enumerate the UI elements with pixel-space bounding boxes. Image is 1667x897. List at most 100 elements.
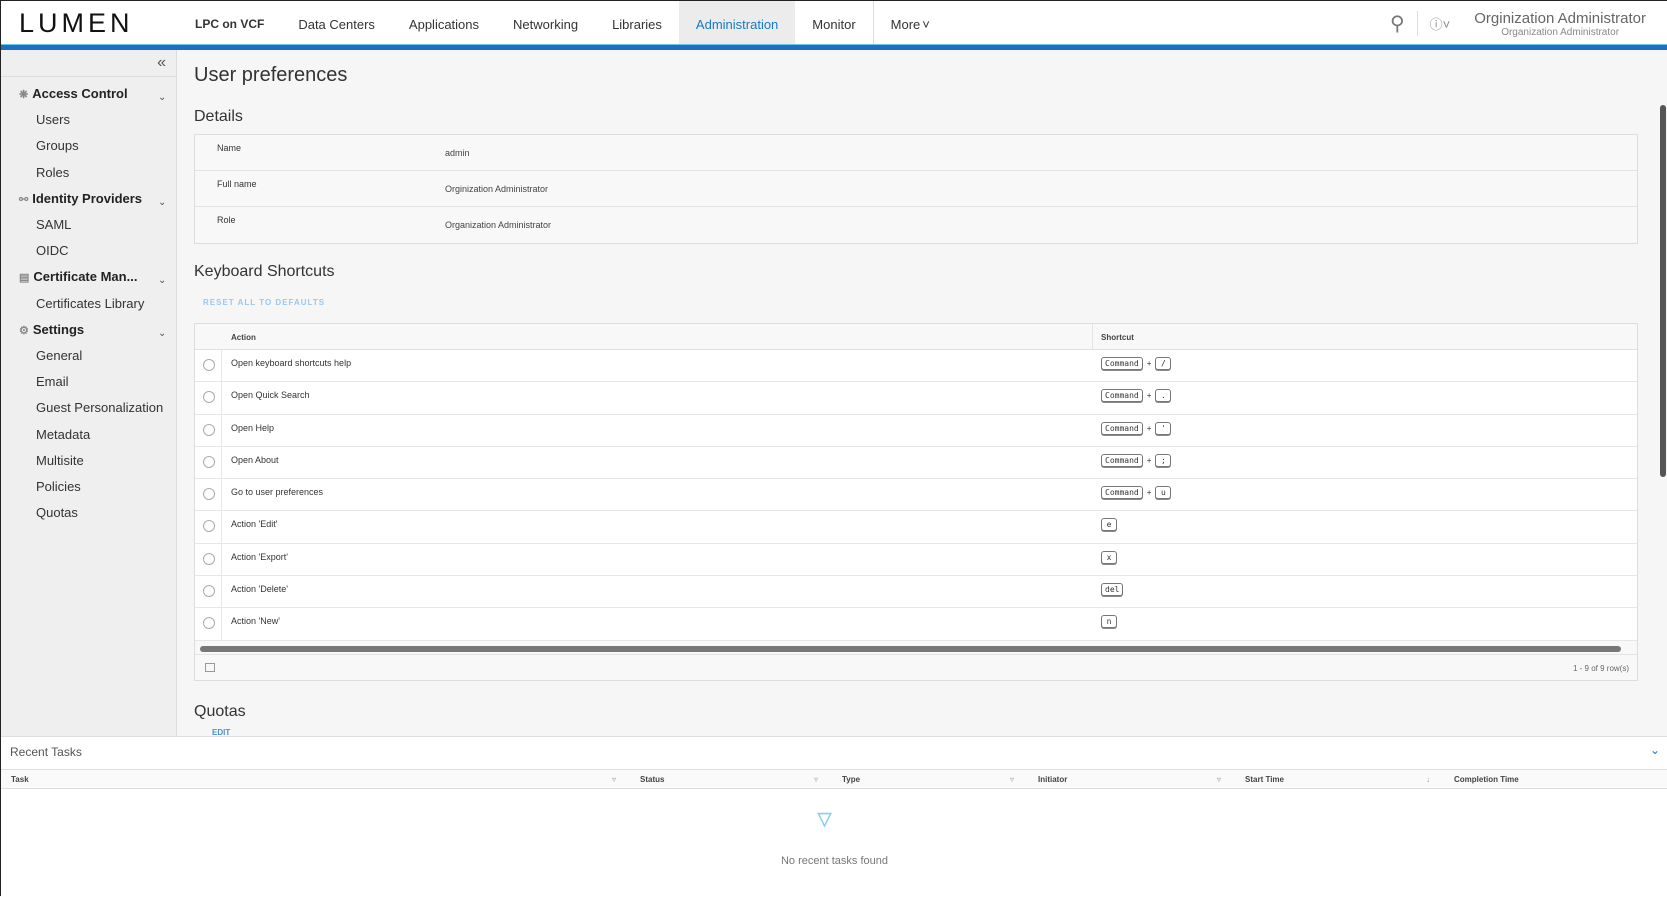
- sidebar-item[interactable]: Users: [36, 112, 70, 127]
- nav-networking[interactable]: Networking: [496, 1, 595, 46]
- column-header[interactable]: Start Time: [1245, 775, 1284, 784]
- row-radio[interactable]: [203, 520, 215, 533]
- details-heading: Details: [194, 108, 243, 125]
- chevron-down-icon[interactable]: ⌄: [158, 328, 166, 339]
- help-icon[interactable]: ⓘ˅: [1418, 14, 1451, 33]
- plus-sign: +: [1146, 359, 1152, 368]
- chevron-down-icon: ˅: [922, 17, 930, 32]
- table-row[interactable]: Open Help Command + ': [195, 414, 1637, 447]
- shortcut-key: /: [1155, 357, 1172, 370]
- detail-value: admin: [445, 148, 470, 158]
- table-row[interactable]: Open Quick Search Command +.: [195, 382, 1637, 415]
- sidebar-item[interactable]: Quotas: [36, 505, 78, 520]
- lumen-logo: LUMEN: [19, 8, 134, 38]
- action-label: Open About: [231, 454, 279, 465]
- sidebar-group-3[interactable]: ⚙ Settings: [19, 322, 84, 337]
- shortcut-key: e: [1101, 518, 1117, 532]
- sidebar: « ❋ Access Control ⌄ Users Groups Roles ⚯ Ident…: [1, 50, 177, 736]
- horizontal-scrollbar[interactable]: [200, 646, 1621, 652]
- collapse-sidebar-icon[interactable]: «: [157, 54, 166, 72]
- action-label: Action 'New': [231, 616, 280, 627]
- shortcut-keys: Command +.: [1101, 389, 1172, 403]
- shortcut-key: del: [1101, 583, 1124, 597]
- collapse-panel-icon[interactable]: ⌄: [1650, 743, 1660, 757]
- action-label: Open Help: [231, 422, 275, 433]
- column-header[interactable]: Task: [11, 775, 29, 784]
- table-row[interactable]: Action 'Export' x: [195, 543, 1637, 577]
- empty-filter-icon: ▿: [817, 802, 833, 835]
- sidebar-group-1[interactable]: ⚯ Identity Providers: [19, 191, 142, 206]
- recent-tasks-panel: Recent Tasks ⌄ Task ▿ Status ▿ Type ▿ Initiato…: [1, 736, 1667, 897]
- chevron-down-icon[interactable]: ⌄: [158, 92, 166, 103]
- detail-row: Name admin: [195, 135, 1637, 171]
- filter-icon[interactable]: ▿: [814, 775, 818, 784]
- shortcut-keys: Command +;: [1101, 453, 1172, 467]
- sort-arrow-icon[interactable]: ↓: [1426, 775, 1430, 784]
- row-radio[interactable]: [203, 423, 215, 436]
- nav-applications[interactable]: Applications: [392, 1, 496, 46]
- sidebar-item[interactable]: Multisite: [36, 453, 84, 468]
- chevron-down-icon[interactable]: ⌄: [158, 197, 166, 208]
- sidebar-item[interactable]: Certificates Library: [36, 296, 144, 311]
- sidebar-item[interactable]: General: [36, 348, 82, 363]
- shortcut-key: n: [1101, 615, 1117, 629]
- nav-lpc-on-vcf[interactable]: LPC on VCF: [191, 1, 281, 46]
- modifier-key: Command: [1101, 389, 1143, 403]
- sidebar-group-0[interactable]: ❋ Access Control: [19, 86, 128, 101]
- filter-icon[interactable]: ▿: [1010, 775, 1014, 784]
- table-row[interactable]: Action 'New' n: [195, 608, 1637, 641]
- page-title: User preferences: [194, 64, 348, 86]
- row-radio[interactable]: [203, 359, 215, 371]
- page-scrollbar[interactable]: [1660, 105, 1666, 477]
- row-radio[interactable]: [203, 552, 215, 565]
- column-shortcut[interactable]: Shortcut: [1101, 333, 1134, 342]
- row-radio[interactable]: [203, 617, 215, 630]
- nav-monitor[interactable]: Monitor: [795, 1, 872, 46]
- shortcut-keys: del: [1101, 583, 1124, 597]
- column-header[interactable]: Initiator: [1038, 775, 1067, 784]
- top-header: LUMEN LPC on VCF Data Centers Applications…: [1, 1, 1667, 46]
- user-menu[interactable]: Orginization Administrator Organization …: [1474, 10, 1646, 38]
- shortcuts-table: Action Shortcut Open keyboard shortcuts …: [194, 323, 1638, 681]
- column-header[interactable]: Status: [640, 775, 664, 784]
- row-radio[interactable]: [203, 455, 215, 468]
- nav-libraries[interactable]: Libraries: [595, 1, 679, 46]
- filter-icon[interactable]: ▿: [1217, 775, 1221, 784]
- sidebar-item[interactable]: Groups: [36, 138, 79, 153]
- recent-tasks-title: Recent Tasks: [10, 745, 82, 759]
- nav-data-centers[interactable]: Data Centers: [281, 1, 392, 46]
- table-row[interactable]: Open About Command +;: [195, 446, 1637, 480]
- column-toggle-icon[interactable]: [205, 663, 215, 672]
- sidebar-item[interactable]: Metadata: [36, 427, 90, 442]
- divider: [1, 76, 176, 77]
- shortcut-key: u: [1155, 486, 1172, 500]
- modifier-key: Command: [1101, 486, 1143, 500]
- sidebar-item[interactable]: Guest Personalization: [36, 400, 163, 415]
- main-content: User preferences Details Name admin Full n…: [177, 50, 1667, 737]
- column-action[interactable]: Action: [231, 333, 256, 342]
- table-row[interactable]: Action 'Delete' del: [195, 576, 1637, 609]
- search-icon[interactable]: ⚲: [1378, 11, 1418, 36]
- sidebar-item[interactable]: Roles: [36, 165, 69, 180]
- sidebar-group-2[interactable]: ▤ Certificate Man...: [19, 269, 137, 284]
- table-row[interactable]: Action 'Edit' e: [195, 511, 1637, 544]
- table-row[interactable]: Go to user preferences Command + u: [195, 479, 1637, 512]
- shortcut-key: x: [1101, 550, 1117, 564]
- detail-label: Role: [217, 215, 236, 225]
- sidebar-item[interactable]: Policies: [36, 479, 81, 494]
- action-label: Open Quick Search: [231, 390, 310, 401]
- table-row[interactable]: Open keyboard shortcuts help Command + /: [195, 350, 1637, 383]
- column-header[interactable]: Completion Time: [1454, 775, 1519, 784]
- column-header[interactable]: Type: [842, 775, 860, 784]
- filter-icon[interactable]: ▿: [612, 775, 616, 784]
- row-radio[interactable]: [203, 585, 215, 598]
- sidebar-item[interactable]: Email: [36, 374, 69, 389]
- nav-administration[interactable]: Administration: [678, 1, 796, 46]
- sidebar-item[interactable]: OIDC: [36, 243, 69, 258]
- action-label: Open keyboard shortcuts help: [231, 358, 352, 368]
- sidebar-item[interactable]: SAML: [36, 217, 71, 232]
- chevron-down-icon[interactable]: ⌄: [158, 275, 166, 286]
- row-radio[interactable]: [203, 488, 215, 501]
- row-radio[interactable]: [203, 391, 215, 404]
- reset-defaults-link[interactable]: RESET ALL TO DEFAULTS: [203, 298, 325, 307]
